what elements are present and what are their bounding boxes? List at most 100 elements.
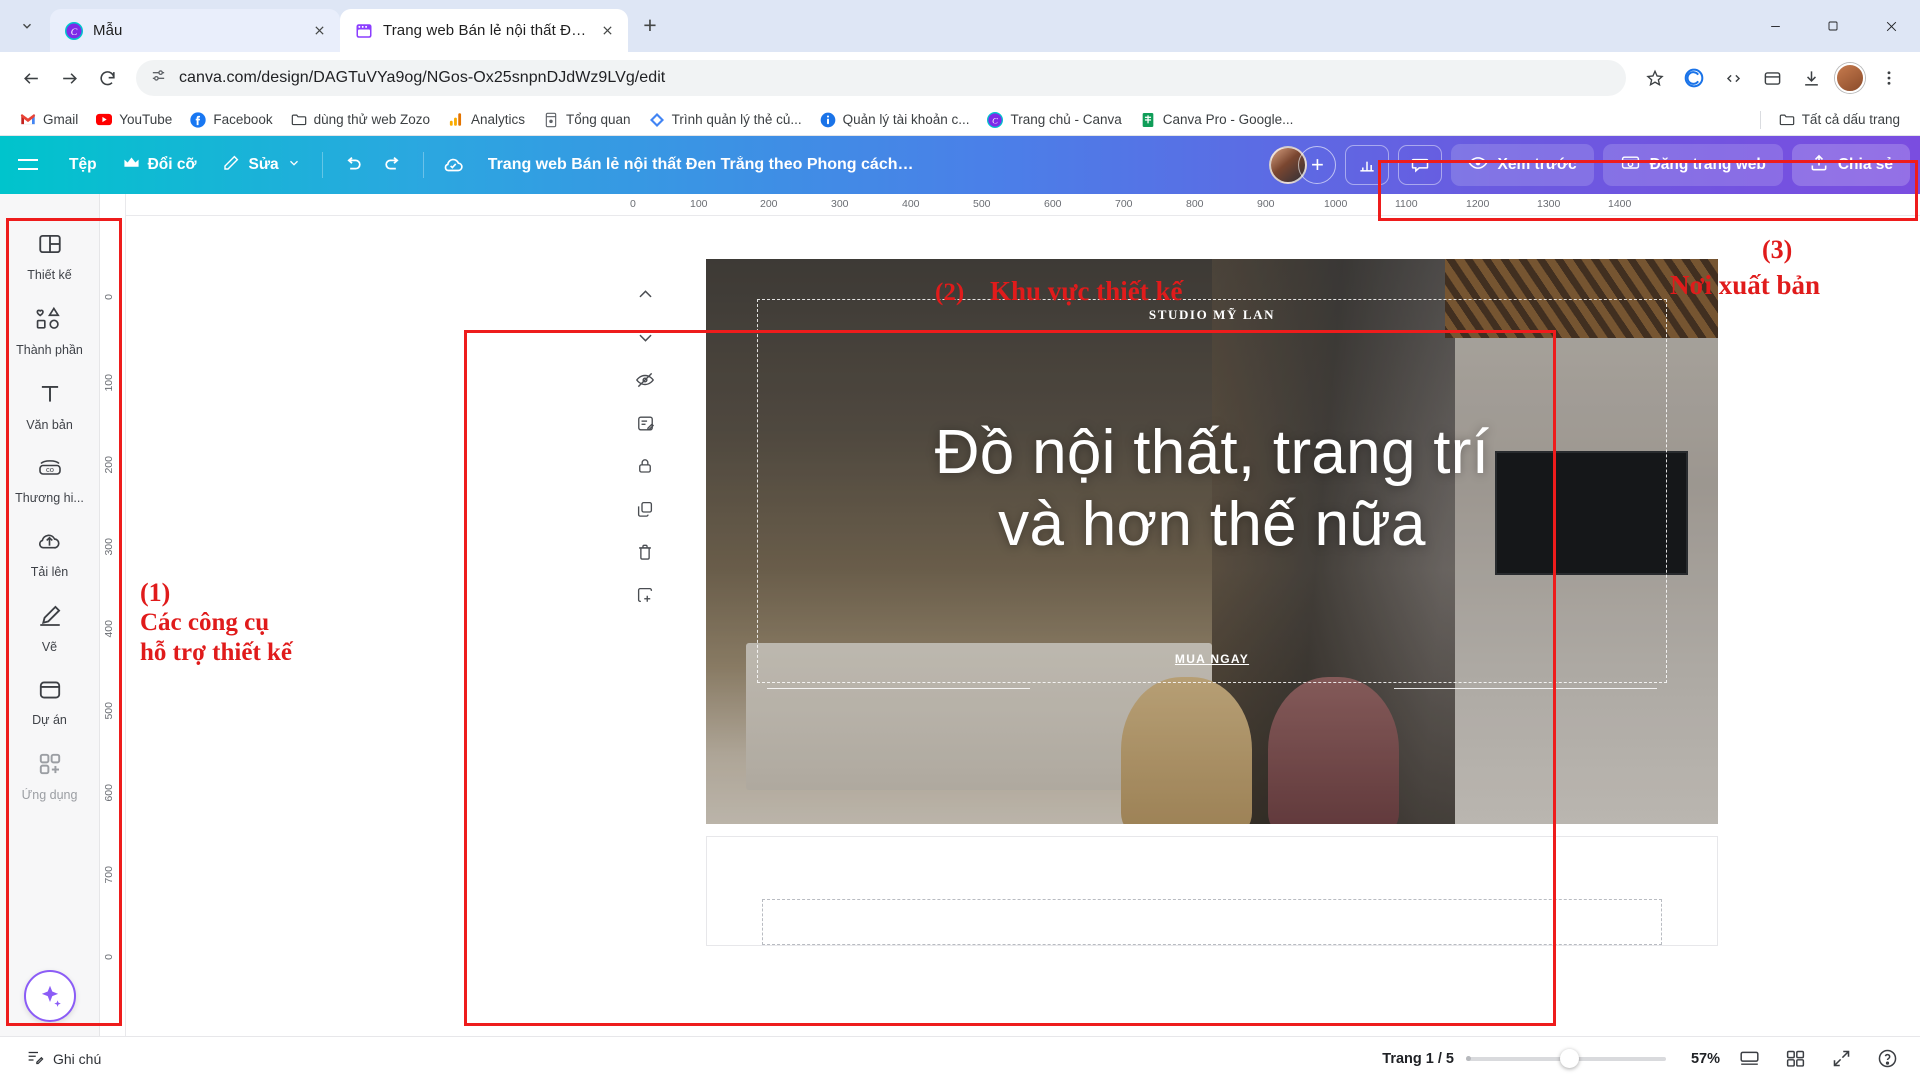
browser-tab-2-close-icon[interactable] — [596, 20, 618, 42]
sidebar-item-du-an[interactable]: Dự án — [4, 667, 96, 740]
resize-button[interactable]: Đổi cỡ — [110, 145, 210, 185]
reload-icon[interactable] — [90, 61, 124, 95]
youtube-icon — [96, 112, 113, 128]
sidebar-item-tai-len-label: Tải lên — [30, 565, 69, 579]
toolbar-divider — [321, 152, 323, 178]
layout-design-icon — [37, 231, 63, 262]
bookmark-tong-quan[interactable]: Tổng quan — [535, 108, 639, 132]
design-page-1[interactable]: STUDIO MỸ LAN Đồ nội thất, trang trí và … — [706, 259, 1718, 824]
magic-studio-star-icon[interactable] — [23, 970, 76, 1022]
cloud-saved-icon[interactable] — [432, 145, 474, 185]
site-settings-icon[interactable] — [150, 67, 167, 89]
bookmark-zozo-folder[interactable]: dùng thử web Zozo — [283, 108, 438, 132]
address-bar-url[interactable]: canva.com/design/DAGTuVYa9og/NGos-Ox25sn… — [179, 69, 665, 87]
sidebar-item-thiet-ke[interactable]: Thiết kế — [4, 220, 96, 295]
analytics-icon — [448, 112, 464, 128]
bookmark-quan-ly-tai-khoan[interactable]: Quản lý tài khoản c... — [812, 108, 978, 132]
chrome-menu-icon[interactable] — [1872, 61, 1906, 95]
notes-button[interactable]: Ghi chú — [16, 1043, 111, 1075]
design-stage[interactable]: STUDIO MỸ LAN Đồ nội thất, trang trí và … — [126, 216, 1920, 1036]
insights-chart-icon[interactable] — [1345, 145, 1390, 185]
text-t-icon — [37, 381, 63, 412]
bookmark-analytics[interactable]: Analytics — [440, 108, 533, 132]
comment-bubble-icon[interactable] — [1398, 145, 1443, 185]
hruler-tick-400: 400 — [902, 198, 920, 210]
address-bar[interactable]: canva.com/design/DAGTuVYa9og/NGos-Ox25sn… — [136, 60, 1626, 96]
add-collaborator-button[interactable]: + — [1298, 146, 1337, 184]
file-menu-button[interactable]: Tệp — [56, 145, 110, 185]
code-icon[interactable] — [1716, 61, 1750, 95]
move-page-down-button[interactable] — [627, 319, 663, 355]
publish-website-button[interactable]: Đăng trang web — [1602, 144, 1783, 186]
file-menu-label: Tệp — [69, 156, 97, 173]
window-maximize-button[interactable] — [1804, 0, 1862, 52]
zoom-level-label[interactable]: 57% — [1678, 1051, 1720, 1067]
sidebar-item-thanh-phan[interactable]: Thành phần — [4, 295, 96, 370]
brand-text[interactable]: STUDIO MỸ LAN — [706, 307, 1718, 323]
zoom-slider-thumb[interactable] — [1560, 1049, 1579, 1068]
fullscreen-icon[interactable] — [1824, 1043, 1858, 1075]
eye-icon — [1468, 153, 1488, 178]
browser-tab-1[interactable]: C Mẫu — [50, 9, 340, 52]
forward-icon[interactable] — [52, 61, 86, 95]
bookmark-gmail[interactable]: Gmail — [12, 108, 86, 132]
bookmark-tag-manager[interactable]: Trình quản lý thẻ củ... — [641, 108, 810, 132]
bookmark-youtube[interactable]: YouTube — [88, 108, 180, 132]
canvas-area[interactable]: 0 100 200 300 400 500 600 700 800 900 10… — [126, 194, 1920, 1036]
bookmark-facebook[interactable]: Facebook — [182, 108, 280, 132]
bookmark-tong-quan-label: Tổng quan — [566, 112, 631, 127]
collections-icon[interactable] — [1755, 61, 1789, 95]
delete-page-button[interactable] — [627, 534, 663, 570]
design-page-2[interactable] — [706, 836, 1718, 946]
window-controls — [1746, 0, 1920, 52]
edit-label: Sửa — [248, 156, 279, 173]
extensions-c-icon[interactable] — [1677, 61, 1711, 95]
cta-link[interactable]: MUA NGAY — [706, 652, 1718, 666]
hruler-tick-100: 100 — [690, 198, 708, 210]
page-notes-button[interactable] — [627, 405, 663, 441]
move-page-up-button[interactable] — [627, 276, 663, 312]
add-page-button[interactable] — [627, 577, 663, 613]
hruler-tick-800: 800 — [1186, 198, 1204, 210]
page-indicator[interactable]: Trang 1 / 5 — [1382, 1051, 1454, 1067]
sidebar-item-van-ban[interactable]: Văn bản — [4, 370, 96, 445]
lock-icon[interactable] — [627, 448, 663, 484]
zoom-slider[interactable] — [1466, 1049, 1666, 1068]
window-close-button[interactable] — [1862, 0, 1920, 52]
vertical-ruler[interactable]: 0 100 200 300 400 500 600 700 0 — [100, 194, 126, 1036]
bookmark-canva-pro[interactable]: Canva Pro - Google... — [1132, 108, 1302, 132]
window-minimize-button[interactable] — [1746, 0, 1804, 52]
hruler-tick-1300: 1300 — [1537, 198, 1561, 210]
bookmark-trang-chu-canva[interactable]: C Trang chủ - Canva — [979, 108, 1129, 132]
tab-search-dropdown-icon[interactable] — [10, 9, 44, 43]
timeline-view-icon[interactable] — [1732, 1043, 1766, 1075]
bookmark-canva-pro-label: Canva Pro - Google... — [1162, 112, 1294, 127]
undo-icon[interactable] — [331, 145, 373, 185]
hamburger-icon[interactable] — [0, 136, 56, 194]
browser-tab-2[interactable]: Trang web Bán lẻ nội thất Đen T — [340, 9, 628, 52]
sidebar-item-ve[interactable]: Vẽ — [4, 592, 96, 667]
hruler-tick-500: 500 — [973, 198, 991, 210]
sidebar-item-thuong-hieu[interactable]: co Thương hi... — [4, 445, 96, 518]
duplicate-page-button[interactable] — [627, 491, 663, 527]
browser-tab-1-close-icon[interactable] — [308, 20, 330, 42]
horizontal-ruler[interactable]: 0 100 200 300 400 500 600 700 800 900 10… — [126, 194, 1920, 216]
sidebar-item-tai-len[interactable]: Tải lên — [4, 518, 96, 592]
svg-text:C: C — [993, 115, 999, 125]
hide-eye-icon[interactable] — [627, 362, 663, 398]
redo-icon[interactable] — [373, 145, 415, 185]
download-icon[interactable] — [1794, 61, 1828, 95]
new-tab-button[interactable]: + — [634, 9, 666, 41]
help-icon[interactable] — [1870, 1043, 1904, 1075]
star-icon[interactable] — [1638, 61, 1672, 95]
back-icon[interactable] — [14, 61, 48, 95]
all-bookmarks-button[interactable]: Tất cả dấu trang — [1771, 108, 1908, 132]
design-title[interactable]: Trang web Bán lẻ nội thất Đen Trắng theo… — [488, 156, 918, 174]
sidebar-item-ung-dung[interactable]: Ứng dụng — [4, 740, 96, 815]
preview-button[interactable]: Xem trước — [1451, 144, 1594, 186]
edit-button[interactable]: Sửa — [209, 145, 313, 185]
headline-text[interactable]: Đồ nội thất, trang trí và hơn thế nữa — [706, 417, 1718, 561]
profile-avatar[interactable] — [1833, 61, 1867, 95]
grid-view-icon[interactable] — [1778, 1043, 1812, 1075]
share-button[interactable]: Chia sẻ — [1791, 144, 1910, 186]
